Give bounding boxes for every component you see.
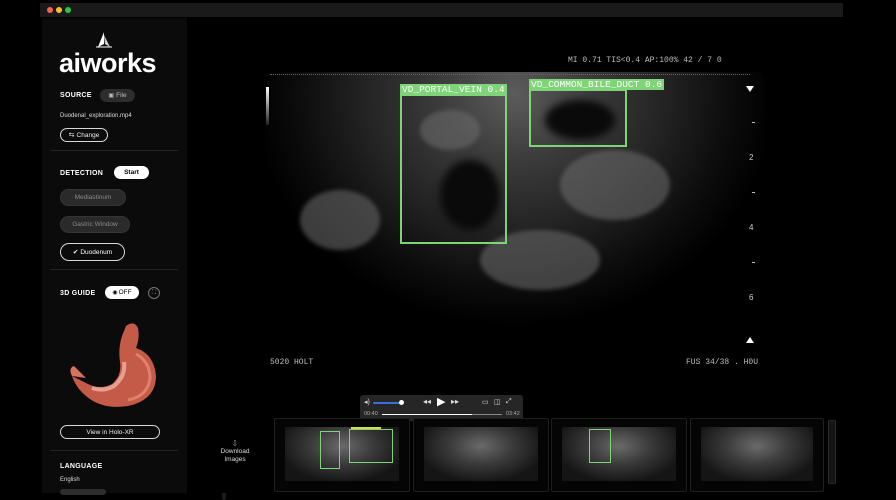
grayscale-bar — [266, 87, 269, 125]
duodenum-option-label: Duodenum — [80, 248, 113, 256]
window-titlebar — [40, 3, 843, 17]
detection-label-name: VD_PORTAL_VEIN — [402, 84, 482, 95]
download-icon: ⇩ — [231, 439, 239, 448]
change-icon: ⇆ — [68, 132, 75, 139]
download-images-button[interactable]: ⇩ Download Images — [212, 440, 258, 464]
detection-label-common-bile-duct: VD_COMMON_BILE_DUCT 0.6 — [529, 79, 665, 90]
detection-box-portal-vein — [400, 94, 507, 244]
detection-box-common-bile-duct — [529, 89, 627, 147]
checkmark-icon: ✔ — [72, 249, 79, 256]
thumbnail-4[interactable] — [690, 418, 824, 492]
stomach-3d-model — [70, 323, 156, 407]
file-badge-label: File — [116, 92, 127, 99]
depth-tick — [752, 262, 755, 263]
detection-label-score: 0.6 — [645, 79, 663, 90]
screen-mirror-icon[interactable]: ▭ — [482, 398, 489, 406]
depth-tick — [752, 192, 755, 193]
scanner-header-text: MI 0.71 TIS<0.4 AP:100% 42 / 7 0 — [568, 56, 722, 65]
detection-label-score: 0.4 — [487, 84, 505, 95]
tissue-texture — [300, 190, 380, 250]
picture-in-picture-icon[interactable]: ◫ — [494, 398, 501, 406]
fullscreen-icon[interactable]: ⛶ — [148, 287, 160, 299]
download-images-label: Download Images — [220, 448, 250, 463]
thumbnail-detection-box — [589, 429, 611, 463]
volume-icon[interactable]: ◂) — [364, 398, 370, 406]
file-source-badge[interactable]: ▣ File — [100, 89, 135, 102]
thumbnail-image — [424, 427, 538, 481]
play-button[interactable]: ▶ — [437, 395, 445, 408]
detection-label-name: VD_COMMON_BILE_DUCT — [531, 79, 640, 90]
scanner-footer-left: 5020 HOLT — [270, 358, 314, 367]
logo-mark-icon — [96, 32, 112, 48]
language-heading: LANGUAGE — [60, 463, 103, 470]
view-holo-xr-button[interactable]: View in Holo-XR — [60, 425, 160, 439]
detection-label-portal-vein: VD_PORTAL_VEIN 0.4 — [400, 84, 507, 95]
source-heading: SOURCE — [60, 92, 92, 99]
gallery-scrollbar[interactable] — [828, 420, 836, 484]
depth-mark-2: 2 — [749, 153, 754, 162]
time-current: 00:40 — [364, 411, 378, 417]
close-window-button[interactable] — [47, 7, 53, 13]
thumbnail-detection-box — [320, 431, 340, 469]
volume-slider[interactable] — [373, 402, 401, 404]
depth-mark-6: 6 — [749, 293, 754, 302]
depth-tick — [752, 122, 755, 123]
app-logo: aiworks — [59, 48, 157, 78]
progress-fill — [382, 414, 472, 415]
fullscreen-video-icon[interactable]: ⤢ — [506, 398, 512, 406]
eye-icon: ◉ — [112, 290, 118, 296]
thumbnail-2[interactable] — [413, 418, 549, 492]
tissue-texture — [560, 150, 670, 220]
time-total: 03:42 — [506, 411, 520, 417]
guide-toggle[interactable]: ◉ OFF — [105, 286, 139, 299]
detection-option-mediastinum[interactable]: Mediastinum — [60, 189, 126, 206]
thumbnail-label-strip — [351, 427, 381, 429]
depth-bottom-marker-icon — [746, 337, 754, 343]
language-selector[interactable] — [60, 489, 106, 495]
depth-mark-4: 4 — [749, 223, 754, 232]
top-ruler — [270, 70, 750, 75]
scanner-footer-right: FUS 34/38 . H0U — [686, 358, 759, 367]
section-divider — [50, 269, 178, 270]
thumbnail-image — [701, 427, 813, 481]
thumbnail-detection-box — [349, 429, 393, 463]
detection-start-button[interactable]: Start — [114, 166, 149, 179]
source-file-name: Duodenal_exploration.mp4 — [60, 113, 132, 119]
volume-slider-knob[interactable] — [399, 400, 404, 405]
minimize-window-button[interactable] — [56, 7, 62, 13]
thumbnail-1[interactable] — [274, 418, 410, 492]
detection-option-duodenum[interactable]: ✔ Duodenum — [60, 243, 125, 261]
language-value[interactable]: English — [60, 477, 80, 483]
detection-option-gastric-window[interactable]: Gastric Window — [60, 216, 130, 233]
file-icon: ▣ — [108, 93, 115, 99]
sidebar: aiworks SOURCE ▣ File Duodenal_explorati… — [42, 18, 226, 500]
guide-heading: 3D GUIDE — [60, 290, 96, 297]
change-source-button[interactable]: ⇆ Change — [60, 128, 108, 142]
detection-heading: DETECTION — [60, 170, 104, 177]
guide-toggle-label: OFF — [118, 289, 132, 296]
progress-track[interactable] — [382, 414, 502, 415]
depth-top-marker-icon — [746, 86, 754, 92]
fast-forward-button[interactable]: ▸▸ — [451, 397, 459, 406]
rewind-button[interactable]: ◂◂ — [423, 397, 431, 406]
change-button-label: Change — [76, 131, 100, 139]
maximize-window-button[interactable] — [65, 7, 71, 13]
section-divider — [50, 450, 178, 451]
thumbnail-image — [562, 427, 676, 481]
section-divider — [50, 150, 178, 151]
thumbnail-3[interactable] — [551, 418, 687, 492]
